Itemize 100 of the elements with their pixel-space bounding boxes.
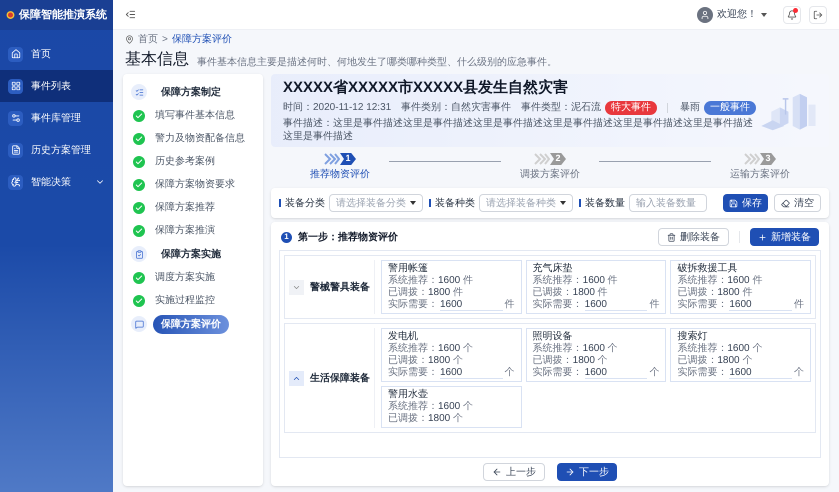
page-title: 基本信息 xyxy=(125,50,189,70)
stat-text: 系统推荐：1600 个 xyxy=(388,401,474,413)
step-number: 3 xyxy=(760,153,776,165)
arrow-left-icon xyxy=(492,467,502,477)
step-section-title[interactable]: 保障方案实施 xyxy=(153,244,229,264)
stat-text: 已调拨：1800 件 xyxy=(677,287,754,298)
step-item[interactable]: 保障方案物资要求 xyxy=(155,177,235,192)
clipboard-icon xyxy=(134,250,144,258)
stat-text: 系统推荐：1600 件 xyxy=(532,275,619,287)
unit-text: 个 xyxy=(504,367,515,379)
save-button[interactable]: 保存 xyxy=(723,194,768,212)
step-section-title[interactable]: 保障方案制定 xyxy=(153,82,229,102)
event-meta: 事件类别：自然灾害事件 xyxy=(401,100,512,115)
field-label: 实际需要： xyxy=(677,299,728,311)
equipment-name: 破拆救援工具 xyxy=(677,263,738,274)
location-icon xyxy=(125,34,134,44)
notification-button[interactable] xyxy=(783,6,801,24)
field-label: 实际需要： xyxy=(532,367,583,379)
actual-need-field[interactable]: 1600 xyxy=(440,299,503,311)
stat-text: 已调拨：1800 件 xyxy=(388,287,464,298)
breadcrumb-link[interactable]: 首页 xyxy=(138,32,158,46)
input-field[interactable]: 输入装备数量 xyxy=(629,194,707,212)
field-label: 实际需要： xyxy=(388,299,438,311)
step-tab[interactable]: 调拨方案评价 xyxy=(520,167,580,182)
delete-button[interactable]: 删除装备 xyxy=(658,228,729,246)
breadcrumb-separator: > xyxy=(162,32,168,46)
event-description: 事件描述：这里是事件描述这里是事件描述这里是事件描述这里是事件描述这里是事件描述这里是事件描述这里是事件描述 xyxy=(283,117,754,143)
step-item[interactable]: 保障方案推荐 xyxy=(155,200,215,215)
logout-button[interactable] xyxy=(809,6,827,24)
prev-button[interactable]: 上一步 xyxy=(483,463,545,481)
expand-toggle[interactable] xyxy=(289,370,304,386)
menu-toggle-icon[interactable] xyxy=(125,9,136,20)
event-title: XXXXX省XXXXX市XXXXX县发生自然灾害 xyxy=(283,78,570,98)
plus-icon xyxy=(758,232,767,242)
filter-label: 装备分类 xyxy=(285,196,325,210)
equipment-name: 照明设备 xyxy=(532,331,574,342)
stat-text: 系统推荐：1600 件 xyxy=(677,275,764,287)
chevrons-icon xyxy=(744,153,760,165)
document-icon xyxy=(10,145,20,155)
stat-text: 已调拨：1800 个 xyxy=(388,413,464,425)
nav-item[interactable]: 历史方案管理 xyxy=(0,134,113,166)
logout-icon xyxy=(813,10,823,20)
bell-icon xyxy=(787,10,797,20)
trash-icon xyxy=(667,232,676,242)
equipment-name: 警用水壶 xyxy=(388,389,429,400)
nav-item[interactable]: 事件列表 xyxy=(0,70,113,102)
field-label: 实际需要： xyxy=(388,367,438,379)
event-meta: 事件类型：泥石流 xyxy=(521,100,602,115)
caret-icon xyxy=(410,201,416,205)
actual-need-field[interactable]: 1600 xyxy=(729,299,792,311)
arrow-right-icon xyxy=(565,467,575,477)
nav-item[interactable]: 智能决策 xyxy=(0,166,113,198)
app-title: 保障智能推演系统 xyxy=(19,8,107,23)
nav-item[interactable]: 首页 xyxy=(0,38,113,70)
actual-need-field[interactable]: 1600 xyxy=(440,367,503,379)
save-icon xyxy=(729,198,738,208)
unit-text: 个 xyxy=(794,367,804,379)
group-name: 警械警具装备 xyxy=(310,280,370,294)
actual-need-field[interactable]: 1600 xyxy=(584,367,648,379)
next-button[interactable]: 下一步 xyxy=(557,463,617,481)
step-badge: 1 xyxy=(281,232,292,242)
equipment-name: 发电机 xyxy=(388,331,419,342)
stat-text: 系统推荐：1600 个 xyxy=(388,343,474,355)
actual-need-field[interactable]: 1600 xyxy=(729,367,792,379)
caret-icon xyxy=(761,12,767,16)
welcome-menu[interactable]: 欢迎您！ xyxy=(717,7,757,22)
stat-text: 已调拨：1800 个 xyxy=(677,355,754,366)
clear-button[interactable]: 清空 xyxy=(774,194,821,212)
add-button[interactable]: 新增装备 xyxy=(750,228,819,246)
message-icon xyxy=(134,320,144,328)
nav-item[interactable]: 事件库管理 xyxy=(0,102,113,134)
stat-text: 系统推荐：1600 件 xyxy=(388,275,474,287)
equipment-name: 搜索灯 xyxy=(677,331,708,342)
event-meta: 暴雨 xyxy=(680,101,700,115)
unit-text: 件 xyxy=(504,299,515,311)
stat-text: 已调拨：1800 件 xyxy=(532,287,609,298)
event-tag: 特大事件 xyxy=(605,100,658,114)
caret-icon xyxy=(560,201,566,205)
actual-need-field[interactable]: 1600 xyxy=(584,299,648,311)
step-item[interactable]: 历史参考案例 xyxy=(155,154,215,169)
chevrons-icon xyxy=(324,153,340,165)
step-number: 1 xyxy=(340,153,356,165)
step-section-title[interactable]: 保障方案评价 xyxy=(153,314,229,334)
step-item[interactable]: 填写事件基本信息 xyxy=(155,108,235,123)
step-tab[interactable]: 运输方案评价 xyxy=(730,167,790,182)
stat-text: 系统推荐：1600 个 xyxy=(677,343,764,355)
step-item[interactable]: 调度方案实施 xyxy=(155,270,215,285)
expand-toggle[interactable] xyxy=(289,280,304,294)
unit-text: 个 xyxy=(649,367,660,379)
step-item[interactable]: 警力及物资配备信息 xyxy=(155,131,245,146)
field-label: 实际需要： xyxy=(677,367,728,379)
step-tab[interactable]: 推荐物资评价 xyxy=(310,167,370,182)
step-item[interactable]: 保障方案推演 xyxy=(155,223,215,238)
unit-text: 件 xyxy=(794,299,804,311)
breadcrumb-link[interactable]: 保障方案评价 xyxy=(172,32,232,46)
step-number: 2 xyxy=(550,153,566,165)
equipment-name: 充气床垫 xyxy=(532,263,574,274)
page-subtitle: 事件基本信息主要是描述何时、何地发生了哪类哪种类型、什么级别的应急事件。 xyxy=(197,56,557,70)
step-item[interactable]: 实施过程监控 xyxy=(155,293,215,308)
stat-text: 已调拨：1800 个 xyxy=(532,355,609,366)
